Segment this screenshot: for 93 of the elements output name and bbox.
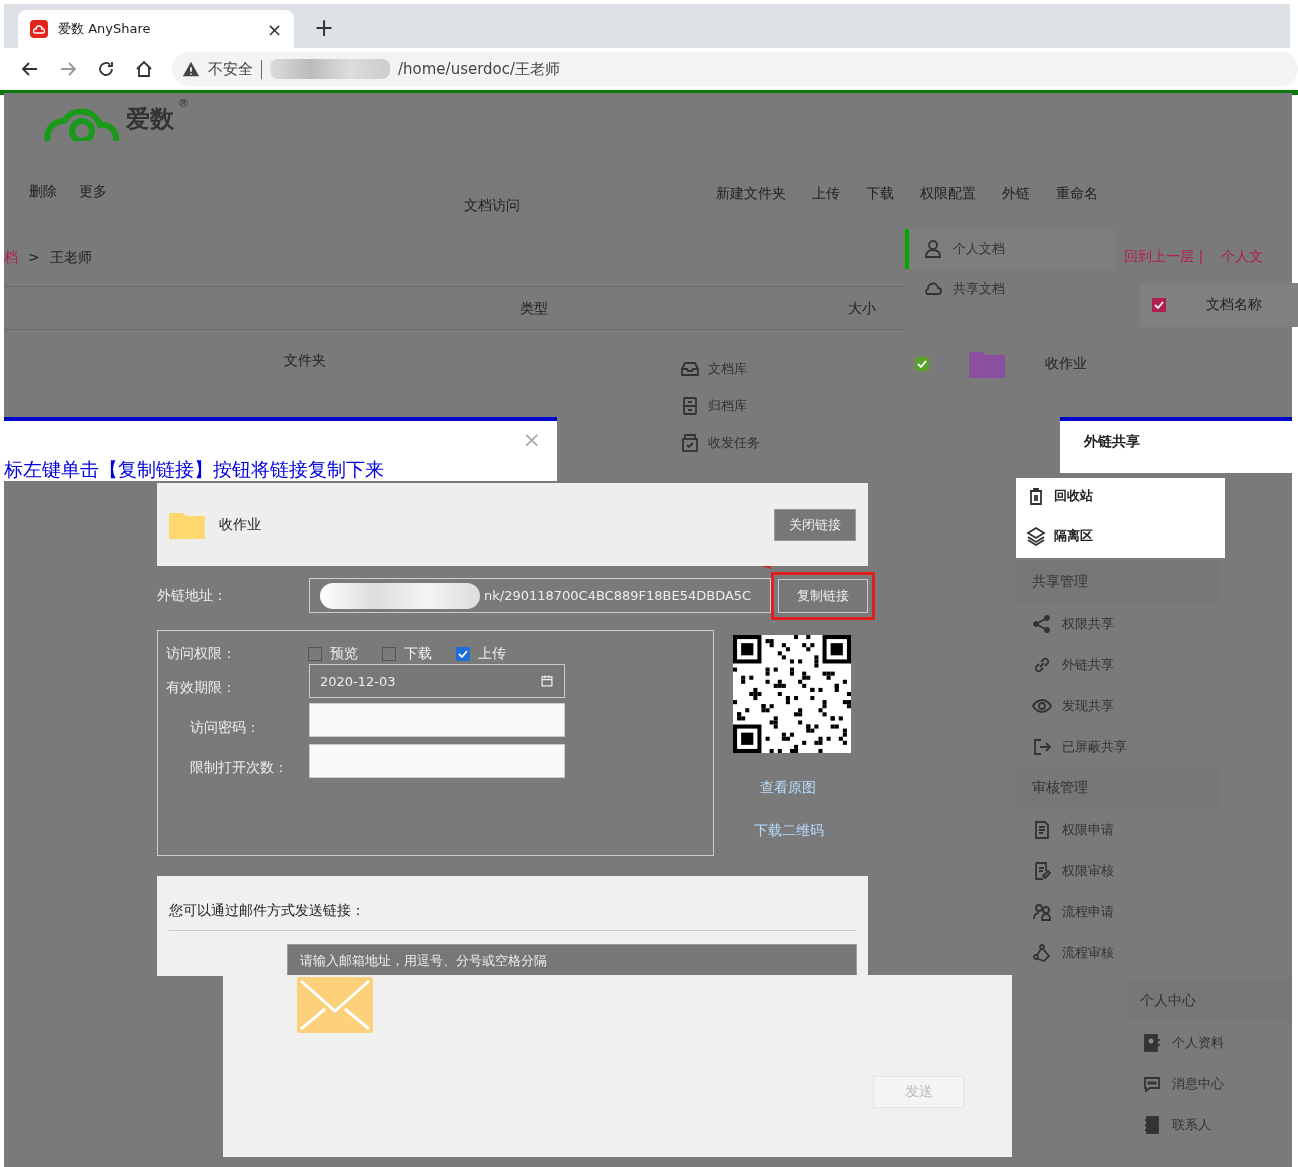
link-field[interactable]: nk/290118700C4BC889F18BE54DBDA5C [309, 578, 771, 613]
field-label: 访问权限： [166, 645, 236, 663]
close-link-button[interactable]: 关闭链接 [774, 508, 856, 541]
field-label: 限制打开次数： [190, 759, 288, 777]
sidebar-item[interactable]: 流程申请 [1062, 902, 1114, 921]
workflow-icon [1032, 942, 1052, 963]
download-qr-link[interactable]: 下载二维码 [754, 822, 824, 838]
field-label: 外链地址： [157, 587, 227, 603]
app-logo-icon [30, 20, 48, 38]
folder-name: 收作业 [219, 515, 261, 534]
folder-icon [169, 510, 205, 539]
view-image-link[interactable]: 查看原图 [760, 779, 816, 795]
layers-icon [1026, 526, 1046, 546]
cabinet-icon [680, 396, 700, 416]
column-header: 大小 [848, 300, 876, 316]
toolbar-button[interactable]: 外链 [1002, 185, 1030, 203]
checkbox[interactable] [308, 647, 322, 661]
document-edit-icon [1032, 860, 1052, 881]
toolbar-button[interactable]: 权限配置 [920, 185, 976, 203]
email-prompt: 您可以通过邮件方式发送链接： [169, 902, 365, 920]
checkbox[interactable] [382, 647, 396, 661]
home-icon [134, 59, 154, 79]
close-tab-button[interactable]: × [266, 18, 282, 40]
nav-item[interactable]: 共享文档 [905, 269, 1115, 309]
exit-icon [1032, 736, 1052, 757]
sidebar-item[interactable]: 权限审核 [1062, 861, 1114, 880]
checkbox-label: 上传 [478, 645, 506, 663]
email-field[interactable]: 请输入邮箱地址，用逗号、分号或空格分隔 [287, 944, 857, 976]
checkbox[interactable] [456, 647, 470, 661]
document-icon [1032, 819, 1052, 840]
url-text: /home/userdoc/王老师 [398, 59, 561, 79]
warning-icon [182, 60, 200, 78]
sidebar-item[interactable]: 个人资料 [1172, 1033, 1224, 1052]
address-bar[interactable]: 不安全 /home/userdoc/王老师 [172, 52, 1298, 86]
logo-text: 爱数 [126, 104, 174, 135]
checkbox-label: 下载 [404, 645, 432, 663]
password-field[interactable] [309, 703, 565, 737]
security-label: 不安全 [208, 59, 262, 79]
breadcrumb-item[interactable]: 个人文 [1221, 248, 1264, 266]
back-link[interactable]: 回到上一层 | [1124, 248, 1204, 266]
close-button[interactable]: × [522, 427, 541, 452]
sidebar-item[interactable]: 权限共享 [1062, 614, 1114, 633]
breadcrumb-item[interactable]: 王老师 [49, 249, 92, 267]
toolbar-button[interactable]: 上传 [812, 185, 840, 203]
calendar-icon [540, 674, 554, 688]
table-cell: 文件夹 [284, 352, 326, 368]
reload-icon [96, 59, 116, 79]
folder-icon [969, 350, 1005, 378]
count-field[interactable] [309, 744, 565, 778]
file-name[interactable]: 收作业 [1045, 355, 1087, 373]
field-label: 访问密码： [190, 719, 260, 737]
checkbox[interactable] [1152, 298, 1166, 312]
toolbar-button[interactable]: 下载 [866, 185, 894, 203]
column-header: 文档名称 [1206, 296, 1262, 314]
sidebar-item[interactable]: 联系人 [1172, 1115, 1211, 1134]
contact-card-icon [1142, 1032, 1162, 1053]
sidebar-item[interactable]: 外链共享 [1062, 655, 1114, 674]
column-header: 类型 [520, 300, 548, 316]
nav-item[interactable]: 收发任务 [708, 434, 760, 452]
sidebar-item[interactable]: 隔离区 [1054, 527, 1093, 545]
registered-mark: ® [178, 97, 189, 110]
sidebar-item[interactable]: 回收站 [1054, 487, 1093, 505]
inbox-check-icon [680, 433, 700, 453]
share-icon [1032, 613, 1052, 634]
toolbar-button[interactable]: 新建文件夹 [716, 185, 786, 203]
checkbox[interactable] [915, 357, 929, 371]
people-icon [1032, 901, 1052, 922]
envelope-icon [297, 977, 373, 1033]
nav-item[interactable]: 归档库 [708, 397, 747, 415]
copy-link-button[interactable]: 复制链接 [778, 579, 868, 613]
breadcrumb-item[interactable]: 档 [4, 249, 18, 267]
toolbar-button[interactable]: 删除 [29, 183, 57, 201]
sidebar-item[interactable]: 流程审核 [1062, 943, 1114, 962]
dialog-title: 外链共享 [1060, 417, 1292, 473]
date-field[interactable]: 2020-12-03 [309, 664, 565, 698]
hint-text: 标左键单击【复制链接】按钮将链接复制下来 [4, 457, 384, 482]
browser-tab[interactable]: 爱数 AnyShare × [18, 10, 294, 48]
field-label: 有效期限： [166, 679, 236, 697]
sidebar-item[interactable]: 权限申请 [1062, 820, 1114, 839]
sidebar-item[interactable]: 消息中心 [1172, 1074, 1224, 1093]
person-icon [923, 239, 943, 259]
toolbar-button[interactable]: 重命名 [1056, 185, 1098, 203]
nav-item[interactable]: 文档库 [708, 360, 747, 378]
address-book-icon [1142, 1114, 1162, 1135]
nav-item[interactable]: 个人文档 [905, 229, 1115, 269]
sidebar-item[interactable]: 发现共享 [1062, 696, 1114, 715]
sidebar-item[interactable]: 已屏蔽共享 [1062, 737, 1127, 756]
breadcrumb-item: > [28, 249, 40, 267]
new-tab-button[interactable]: + [314, 14, 335, 42]
toolbar-label: 文档访问 [464, 197, 520, 213]
tray-icon [680, 359, 700, 379]
checkbox-label: 预览 [330, 645, 358, 663]
toolbar-button[interactable]: 更多 [79, 183, 107, 201]
